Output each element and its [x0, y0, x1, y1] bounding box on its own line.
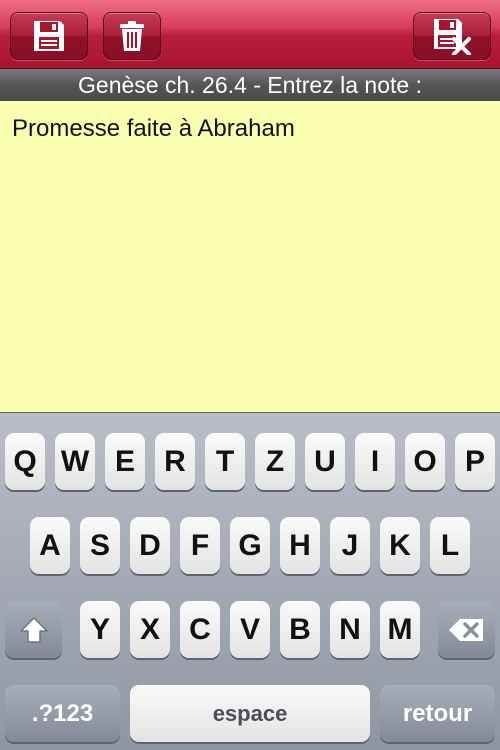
key-p[interactable]: P: [455, 433, 495, 490]
key-j[interactable]: J: [330, 517, 370, 574]
key-s[interactable]: S: [80, 517, 120, 574]
key-r[interactable]: R: [155, 433, 195, 490]
key-k[interactable]: K: [380, 517, 420, 574]
save-button[interactable]: [10, 12, 88, 60]
key-b[interactable]: B: [280, 601, 320, 658]
key-d[interactable]: D: [130, 517, 170, 574]
delete-button[interactable]: [103, 12, 161, 60]
floppy-disk-cancel-icon: [434, 19, 471, 55]
shift-arrow-icon: [19, 616, 48, 643]
return-key[interactable]: retour: [380, 685, 495, 742]
keyboard: Q W E R T Z U I O P A S D F G H J K L Y …: [0, 412, 500, 750]
key-n[interactable]: N: [330, 601, 370, 658]
note-text-area[interactable]: Promesse faite à Abraham: [0, 101, 500, 412]
toolbar: [0, 0, 500, 69]
numbers-key[interactable]: .?123: [5, 685, 120, 742]
key-f[interactable]: F: [180, 517, 220, 574]
key-c[interactable]: C: [180, 601, 220, 658]
key-h[interactable]: H: [280, 517, 320, 574]
key-z[interactable]: Z: [255, 433, 295, 490]
key-a[interactable]: A: [30, 517, 70, 574]
note-editor-screen: Genèse ch. 26.4 - Entrez la note : Prome…: [0, 0, 500, 750]
key-q[interactable]: Q: [5, 433, 45, 490]
key-x[interactable]: X: [130, 601, 170, 658]
key-o[interactable]: O: [405, 433, 445, 490]
space-key[interactable]: espace: [130, 685, 370, 742]
shift-key[interactable]: [5, 601, 62, 658]
key-t[interactable]: T: [205, 433, 245, 490]
key-w[interactable]: W: [55, 433, 95, 490]
key-i[interactable]: I: [355, 433, 395, 490]
key-u[interactable]: U: [305, 433, 345, 490]
key-l[interactable]: L: [430, 517, 470, 574]
key-y[interactable]: Y: [80, 601, 120, 658]
cancel-button[interactable]: [413, 12, 491, 60]
trash-icon: [120, 21, 144, 51]
key-v[interactable]: V: [230, 601, 270, 658]
key-e[interactable]: E: [105, 433, 145, 490]
note-text[interactable]: Promesse faite à Abraham: [12, 115, 295, 143]
page-title: Genèse ch. 26.4 - Entrez la note :: [0, 69, 500, 101]
backspace-icon: [448, 618, 483, 641]
key-g[interactable]: G: [230, 517, 270, 574]
backspace-key[interactable]: [438, 601, 495, 658]
key-m[interactable]: M: [380, 601, 420, 658]
floppy-disk-icon: [34, 21, 64, 51]
